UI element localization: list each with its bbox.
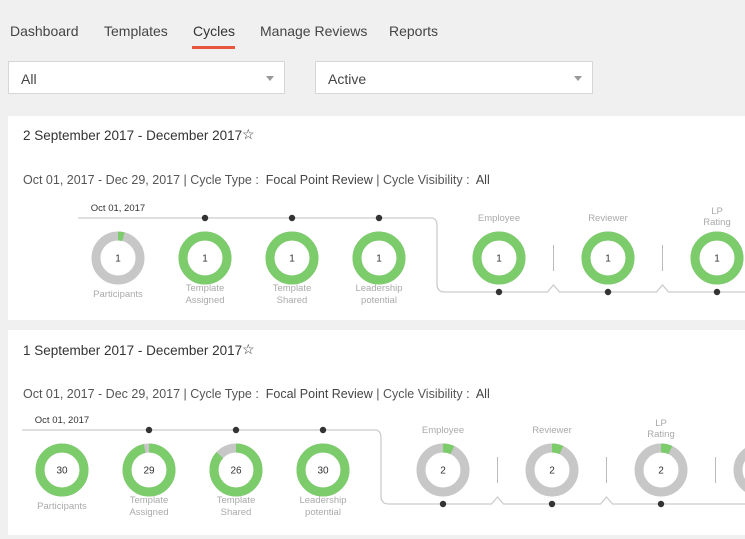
donut-value: 30	[56, 466, 68, 477]
donut-value: 30	[317, 466, 329, 477]
step-label: Template	[273, 283, 312, 294]
review-1-donut[interactable]: 1	[581, 231, 635, 285]
step-label: Reviewer	[532, 425, 572, 436]
timeline-start-label: Oct 01, 2017	[91, 203, 145, 214]
tab-templates[interactable]: Templates	[104, 23, 168, 39]
step-3-donut[interactable]: 1	[352, 231, 406, 285]
timeline-dot	[495, 288, 503, 296]
donut-value: 1	[115, 254, 121, 265]
step-label: LP	[655, 418, 667, 429]
partial-donut	[733, 448, 745, 492]
donut-value: 2	[549, 466, 555, 477]
active-tab-indicator	[192, 46, 235, 49]
step-label: Participants	[37, 501, 87, 512]
review-0-donut[interactable]: 1	[472, 231, 526, 285]
step-label: Rating	[647, 429, 674, 440]
step-2-donut[interactable]: 1	[265, 231, 319, 285]
donut-value: 2	[658, 466, 664, 477]
timeline-dot	[201, 214, 209, 222]
tab-dashboard[interactable]: Dashboard	[10, 23, 79, 39]
step-3-donut[interactable]: 30	[296, 443, 350, 497]
step-label: potential	[361, 295, 397, 306]
step-label: Leadership	[355, 283, 402, 294]
review-2-donut[interactable]: 1	[690, 231, 744, 285]
cycle-scope-select[interactable]: All	[8, 61, 285, 94]
step-label: Shared	[277, 295, 308, 306]
step-label: Assigned	[129, 507, 168, 518]
step-1-donut[interactable]: 29	[122, 443, 176, 497]
step-label: Rating	[703, 217, 730, 228]
cycle-status-select[interactable]: Active	[315, 61, 593, 94]
cycle-card: 1 September 2017 - December 2017 ☆ Oct 0…	[8, 330, 745, 535]
timeline-start-label: Oct 01, 2017	[35, 415, 89, 426]
review-2-donut[interactable]: 2	[634, 443, 688, 497]
timeline-dot	[657, 500, 665, 508]
step-label: Employee	[478, 213, 520, 224]
step-label: Template	[217, 495, 256, 506]
chevron-down-icon	[574, 76, 582, 81]
step-label: Leadership	[299, 495, 346, 506]
donut-value: 1	[376, 254, 382, 265]
donut-value: 29	[143, 466, 155, 477]
step-label: Assigned	[185, 295, 224, 306]
nav-tabs: Dashboard Templates Cycles Manage Review…	[0, 0, 745, 50]
timeline-dot	[713, 288, 721, 296]
donut-value: 2	[440, 466, 446, 477]
timeline-dot	[319, 426, 327, 434]
timeline-dot	[288, 214, 296, 222]
review-0-donut[interactable]: 2	[416, 443, 470, 497]
tab-reports[interactable]: Reports	[389, 23, 438, 39]
step-label: Template	[130, 495, 169, 506]
review-1-donut[interactable]: 2	[525, 443, 579, 497]
step-label: Reviewer	[588, 213, 628, 224]
step-label: Template	[186, 283, 225, 294]
cycle-status-value: Active	[328, 71, 367, 87]
timeline-dot	[375, 214, 383, 222]
timeline-dot	[232, 426, 240, 434]
step-label: Employee	[422, 425, 464, 436]
cycle-card: 2 September 2017 - December 2017 ☆ Oct 0…	[8, 116, 745, 320]
step-0-donut[interactable]: 30	[35, 443, 89, 497]
timeline-dot	[604, 288, 612, 296]
donut-value: 1	[714, 254, 720, 265]
step-2-donut[interactable]: 26	[209, 443, 263, 497]
donut-value: 1	[202, 254, 208, 265]
donut-value: 1	[289, 254, 295, 265]
donut-value: 1	[605, 254, 611, 265]
tab-cycles[interactable]: Cycles	[193, 23, 235, 39]
timeline-dot	[439, 500, 447, 508]
cycle-timeline: Oct 01, 201730Participants29TemplateAssi…	[22, 415, 745, 518]
step-label: Shared	[221, 507, 252, 518]
donut-value: 26	[230, 466, 242, 477]
step-label: Participants	[93, 289, 143, 300]
tab-manage-reviews[interactable]: Manage Reviews	[260, 23, 367, 39]
timeline-dot	[145, 426, 153, 434]
step-label: LP	[711, 206, 723, 217]
timeline-dot	[548, 500, 556, 508]
timeline-track	[445, 284, 745, 293]
chevron-down-icon	[266, 76, 274, 81]
cycle-timeline: Oct 01, 20171Participants1TemplateAssign…	[78, 203, 745, 306]
step-1-donut[interactable]: 1	[178, 231, 232, 285]
step-label: potential	[305, 507, 341, 518]
step-0-donut[interactable]: 1	[91, 231, 145, 285]
cycle-scope-value: All	[21, 71, 37, 87]
donut-value: 1	[496, 254, 502, 265]
